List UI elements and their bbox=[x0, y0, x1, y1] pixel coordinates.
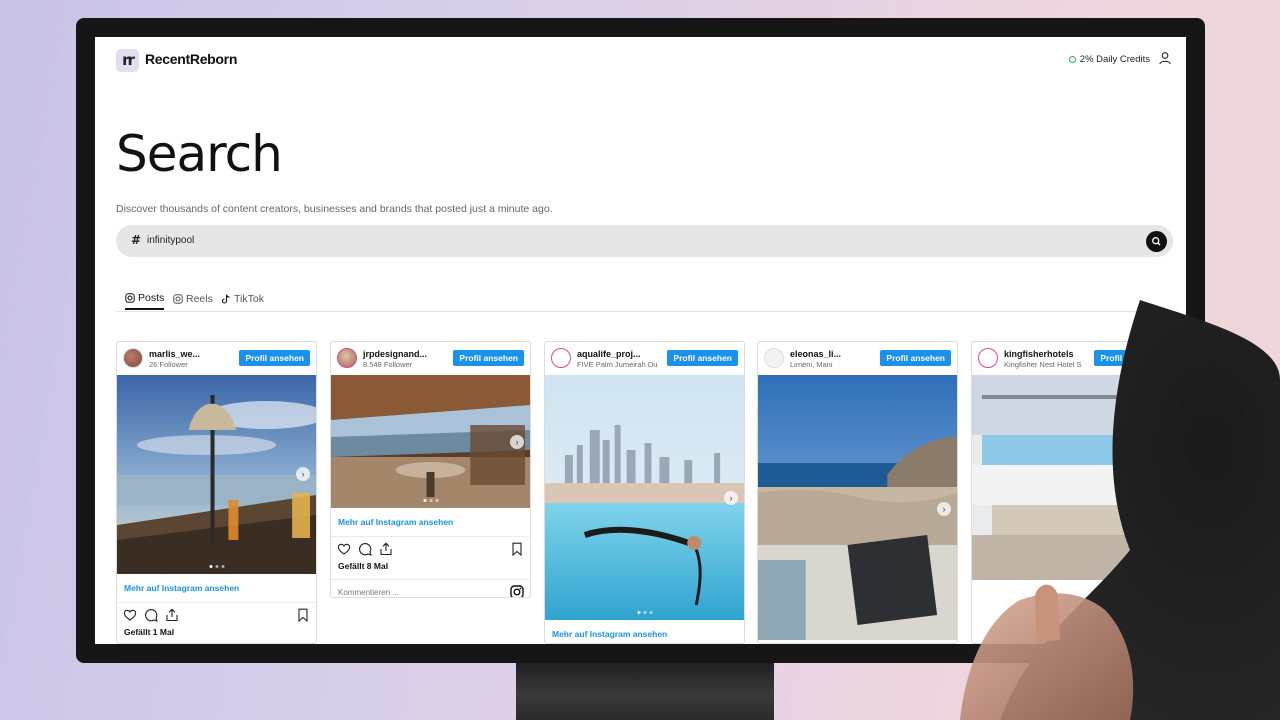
view-on-instagram-link[interactable]: Mehr auf Instagram ansehen bbox=[331, 508, 530, 537]
bookmark-icon[interactable] bbox=[296, 608, 310, 622]
post-card: aqualife_proj... FIVE Palm Jumeirah Du P… bbox=[544, 341, 745, 644]
brand-name[interactable]: RecentReborn bbox=[145, 51, 237, 67]
post-photo bbox=[331, 375, 530, 508]
post-subtitle: FIVE Palm Jumeirah Du bbox=[577, 360, 658, 369]
post-card: marlis_we... 26 Follower Profil ansehen … bbox=[116, 341, 317, 644]
bookmark-icon[interactable] bbox=[510, 542, 524, 556]
post-subtitle: 26 Follower bbox=[149, 360, 188, 369]
heart-icon[interactable] bbox=[123, 608, 137, 622]
tab-label: TikTok bbox=[234, 293, 264, 305]
comment-icon[interactable] bbox=[358, 542, 372, 556]
post-image[interactable]: › bbox=[331, 375, 530, 508]
avatar[interactable] bbox=[123, 348, 143, 368]
post-subtitle: 8.548 Follower bbox=[363, 360, 413, 369]
post-photo bbox=[545, 375, 744, 620]
post-subtitle: Limeni, Mani bbox=[790, 360, 833, 369]
post-card: jrpdesignand... 8.548 Follower Profil an… bbox=[330, 341, 531, 598]
tab-label: Posts bbox=[138, 292, 165, 304]
search-button[interactable] bbox=[1146, 231, 1167, 252]
carousel-dots bbox=[423, 499, 438, 502]
view-profile-button[interactable]: Profil ansehen bbox=[239, 350, 310, 366]
page-title: Search bbox=[116, 125, 283, 183]
comment-placeholder: Kommentieren ... bbox=[338, 588, 399, 597]
credits-label: 2% Daily Credits bbox=[1079, 54, 1150, 65]
avatar[interactable] bbox=[764, 348, 784, 368]
next-image-arrow-icon[interactable]: › bbox=[724, 491, 738, 505]
post-username[interactable]: aqualife_proj... bbox=[577, 349, 641, 359]
tiktok-icon bbox=[221, 294, 230, 304]
heart-icon[interactable] bbox=[337, 542, 351, 556]
tab-posts[interactable]: Posts bbox=[125, 288, 165, 310]
monitor-stand bbox=[516, 658, 774, 720]
foreground-hand bbox=[960, 300, 1280, 720]
status-dot-icon bbox=[1068, 56, 1076, 63]
post-card: eleonas_li... Limeni, Mani Profil ansehe… bbox=[757, 341, 958, 644]
post-image[interactable]: › bbox=[758, 375, 957, 640]
share-icon[interactable] bbox=[379, 542, 393, 556]
hashtag-icon: # bbox=[131, 233, 142, 247]
likes-count: Gefällt 1 Mal bbox=[124, 627, 175, 637]
carousel-dots bbox=[209, 565, 224, 568]
tab-tiktok[interactable]: TikTok bbox=[221, 288, 264, 310]
page-subtitle: Discover thousands of content creators, … bbox=[116, 203, 553, 215]
likes-count: Gefällt 8 Mal bbox=[338, 561, 389, 571]
view-on-instagram-link[interactable]: Mehr auf Instagram ansehen bbox=[545, 620, 744, 643]
avatar[interactable] bbox=[337, 348, 357, 368]
post-photo bbox=[117, 375, 316, 574]
tab-reels[interactable]: Reels bbox=[173, 288, 213, 310]
comment-field[interactable]: Kommentieren ... bbox=[331, 579, 530, 598]
view-on-instagram-link[interactable]: Mehr auf Instagram ansehen bbox=[117, 574, 316, 603]
share-icon[interactable] bbox=[165, 608, 179, 622]
post-image[interactable]: › bbox=[545, 375, 744, 620]
logo-icon[interactable]: rr bbox=[116, 49, 139, 72]
post-photo bbox=[758, 375, 957, 640]
credits-indicator: 2% Daily Credits bbox=[1068, 54, 1150, 65]
instagram-icon bbox=[125, 293, 135, 303]
avatar[interactable] bbox=[551, 348, 571, 368]
post-username[interactable]: jrpdesignand... bbox=[363, 349, 427, 359]
search-bar[interactable]: # infinitypool bbox=[116, 225, 1173, 257]
search-input[interactable]: infinitypool bbox=[147, 235, 194, 246]
carousel-dots bbox=[637, 611, 652, 614]
user-icon[interactable] bbox=[1158, 51, 1172, 65]
comment-icon[interactable] bbox=[144, 608, 158, 622]
next-image-arrow-icon[interactable]: › bbox=[510, 435, 524, 449]
view-profile-button[interactable]: Profil ansehen bbox=[667, 350, 738, 366]
post-actions bbox=[117, 603, 316, 627]
next-image-arrow-icon[interactable]: › bbox=[296, 467, 310, 481]
post-image[interactable]: › bbox=[117, 375, 316, 574]
post-actions bbox=[331, 537, 530, 561]
post-username[interactable]: marlis_we... bbox=[149, 349, 200, 359]
instagram-icon bbox=[173, 294, 183, 304]
post-username[interactable]: eleonas_li... bbox=[790, 349, 841, 359]
view-profile-button[interactable]: Profil ansehen bbox=[453, 350, 524, 366]
search-icon bbox=[1152, 237, 1161, 246]
tab-label: Reels bbox=[186, 293, 213, 305]
instagram-icon[interactable] bbox=[510, 585, 524, 598]
